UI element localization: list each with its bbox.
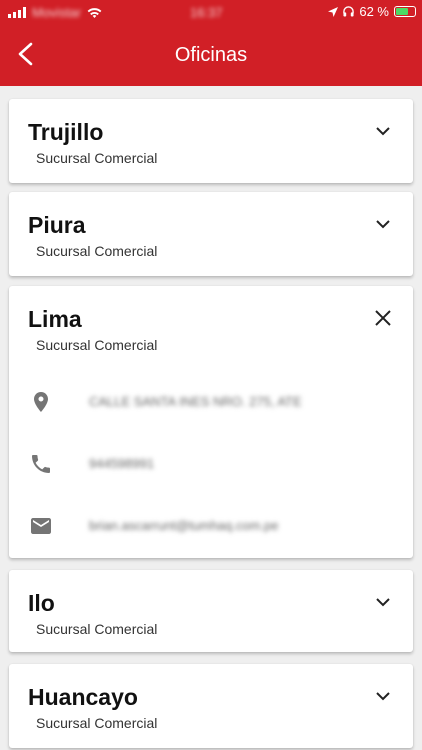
email-value: brian.ascarrunt@tumhaq.com.pe [89, 518, 279, 533]
expand-button[interactable] [373, 214, 393, 234]
close-icon [375, 310, 391, 326]
email-row[interactable]: brian.ascarrunt@tumhaq.com.pe [9, 509, 413, 543]
office-type: Sucursal Comercial [36, 715, 158, 731]
location-pin-icon [34, 392, 48, 412]
phone-row[interactable]: 944598991 [9, 447, 413, 481]
office-city: Trujillo [28, 119, 104, 145]
clock: 16:37 [190, 5, 223, 20]
expand-button[interactable] [373, 592, 393, 612]
office-type: Sucursal Comercial [36, 243, 158, 259]
office-card-piura[interactable]: Piura Sucursal Comercial [9, 192, 413, 276]
expand-button[interactable] [373, 686, 393, 706]
email-icon [31, 518, 51, 534]
office-city: Ilo [28, 590, 55, 616]
office-city: Lima [28, 306, 82, 332]
office-city: Huancayo [28, 684, 138, 710]
wifi-icon [87, 7, 102, 18]
status-bar: Movistar 16:37 62 % [0, 0, 422, 24]
headphones-icon [343, 6, 355, 17]
signal-icon [8, 7, 26, 18]
office-card-ilo[interactable]: Ilo Sucursal Comercial [9, 570, 413, 652]
office-card-lima[interactable]: Lima Sucursal Comercial CALLE SANTA INES… [9, 286, 413, 558]
battery-percentage: 62 % [359, 4, 389, 19]
app-bar: Oficinas [0, 24, 422, 86]
address-value: CALLE SANTA INES NRO. 275, ATE [89, 394, 302, 409]
chevron-down-icon [376, 127, 390, 136]
location-arrow-icon [328, 6, 339, 17]
address-row: CALLE SANTA INES NRO. 275, ATE [9, 385, 413, 419]
office-card-huancayo[interactable]: Huancayo Sucursal Comercial [9, 664, 413, 748]
chevron-down-icon [376, 220, 390, 229]
carrier-label: Movistar [32, 5, 82, 20]
chevron-down-icon [376, 598, 390, 607]
page-title: Oficinas [174, 44, 248, 66]
office-city: Piura [28, 212, 86, 238]
expand-button[interactable] [373, 121, 393, 141]
phone-icon [32, 455, 50, 473]
office-type: Sucursal Comercial [36, 150, 158, 166]
office-type: Sucursal Comercial [36, 337, 158, 353]
battery-icon [394, 6, 416, 17]
collapse-button[interactable] [373, 308, 393, 328]
phone-value: 944598991 [89, 456, 155, 471]
office-type: Sucursal Comercial [36, 621, 158, 637]
office-card-trujillo[interactable]: Trujillo Sucursal Comercial [9, 99, 413, 183]
chevron-down-icon [376, 692, 390, 701]
